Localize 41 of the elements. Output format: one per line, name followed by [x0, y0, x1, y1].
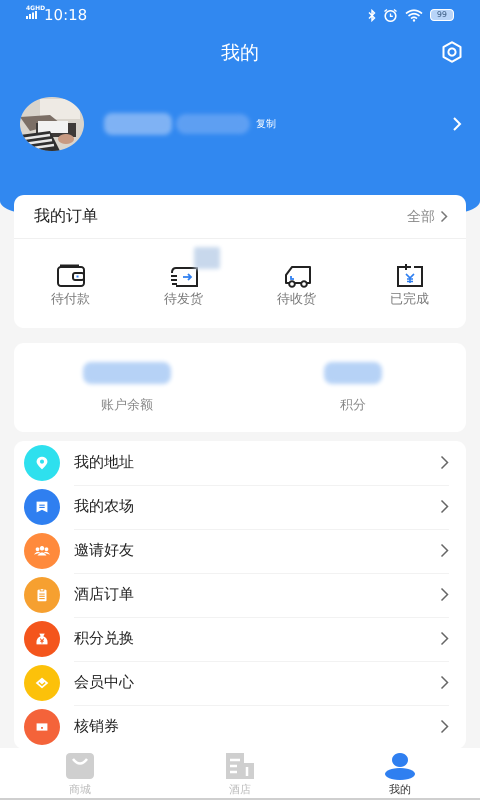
- signal-icon: [26, 11, 38, 19]
- wallet-icon: [56, 263, 86, 288]
- account-label: 账户余额: [101, 396, 153, 414]
- battery-indicator: 99: [430, 9, 454, 21]
- copy-link[interactable]: 复制: [256, 117, 276, 131]
- chevron-right-icon: [440, 455, 449, 470]
- menu-item[interactable]: 积分兑换: [24, 617, 449, 661]
- order-status-link[interactable]: 待付款: [51, 290, 90, 308]
- chevron-right-icon: [440, 543, 449, 558]
- chevron-right-icon: [440, 210, 448, 223]
- order-status-link[interactable]: 待发货: [164, 290, 203, 308]
- account-label: 积分: [340, 396, 366, 414]
- bluetooth-icon: [368, 8, 376, 22]
- shopping-bag-icon: [64, 751, 96, 781]
- chevron-right-icon: [440, 587, 449, 602]
- chevron-right-icon: [440, 631, 449, 646]
- chevron-right-icon: [440, 499, 449, 514]
- settings-icon[interactable]: [440, 40, 464, 64]
- receipt-icon: [394, 263, 424, 288]
- status-time: 10:18: [44, 6, 88, 24]
- order-status-link[interactable]: 待收货: [277, 290, 316, 308]
- view-all-link[interactable]: 全部: [407, 208, 448, 226]
- chevron-right-icon: [440, 675, 449, 690]
- menu-item[interactable]: 我的农场: [24, 485, 449, 529]
- building-icon: [224, 751, 256, 781]
- menu-item[interactable]: 邀请好友: [24, 529, 449, 573]
- blurred-text: [104, 113, 172, 135]
- alarm-icon: [382, 8, 398, 22]
- menu-item[interactable]: 会员中心: [24, 661, 449, 705]
- wifi-icon: [404, 8, 423, 22]
- menu-item[interactable]: 我的地址: [24, 441, 449, 485]
- chevron-right-icon: [452, 116, 462, 132]
- tab[interactable]: 我的: [320, 748, 480, 800]
- order-status-link[interactable]: 已完成: [390, 290, 429, 308]
- blurred-text: [324, 362, 382, 384]
- section-title: 我的订单: [34, 206, 98, 227]
- blurred-image: [194, 247, 220, 269]
- chevron-right-icon: [440, 719, 449, 734]
- menu-item[interactable]: 酒店订单: [24, 573, 449, 617]
- page-title: 我的: [221, 40, 259, 66]
- user-icon: [384, 751, 416, 781]
